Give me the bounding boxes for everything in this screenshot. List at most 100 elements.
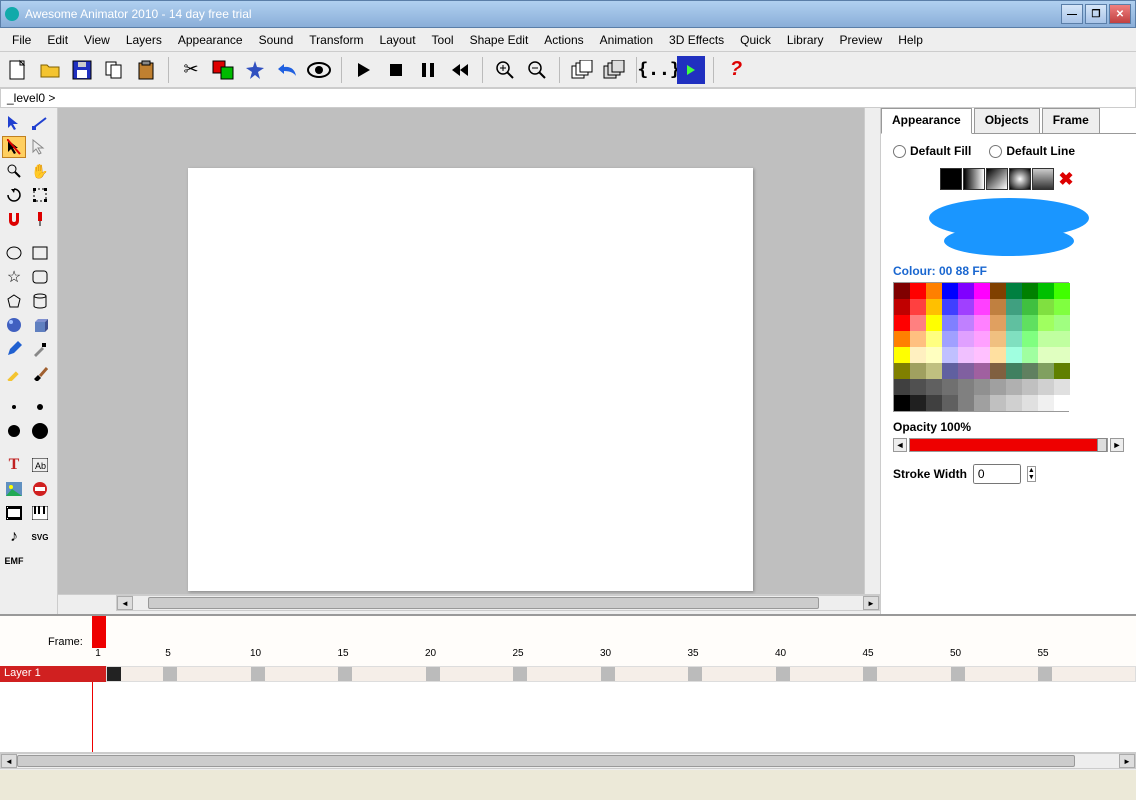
playhead[interactable] [92, 616, 106, 648]
hand-tool[interactable]: ✋ [28, 160, 52, 182]
preview-button[interactable] [305, 56, 333, 84]
palette-swatch[interactable] [894, 347, 910, 363]
sphere-tool[interactable] [2, 314, 26, 336]
color-palette[interactable] [893, 282, 1069, 412]
palette-swatch[interactable] [926, 315, 942, 331]
palette-swatch[interactable] [926, 363, 942, 379]
help-button[interactable]: ? [722, 56, 750, 84]
default-line-radio[interactable]: Default Line [989, 144, 1075, 158]
palette-swatch[interactable] [1038, 315, 1054, 331]
palette-swatch[interactable] [1006, 283, 1022, 299]
palette-swatch[interactable] [958, 315, 974, 331]
frame-marker[interactable] [1038, 667, 1052, 681]
palette-swatch[interactable] [1054, 379, 1070, 395]
palette-swatch[interactable] [942, 379, 958, 395]
palette-swatch[interactable] [942, 283, 958, 299]
dot-large-tool[interactable] [2, 420, 26, 442]
fill-radial[interactable] [1009, 168, 1031, 190]
palette-swatch[interactable] [1006, 363, 1022, 379]
menu-actions[interactable]: Actions [536, 30, 591, 50]
svg-tool[interactable]: SVG [28, 526, 52, 548]
palette-swatch[interactable] [1054, 363, 1070, 379]
opacity-slider[interactable]: ◄ ► [893, 438, 1124, 452]
palette-swatch[interactable] [974, 347, 990, 363]
palette-swatch[interactable] [958, 395, 974, 411]
menu-edit[interactable]: Edit [39, 30, 76, 50]
palette-swatch[interactable] [942, 331, 958, 347]
canvas[interactable] [188, 168, 753, 591]
frame-marker[interactable] [776, 667, 790, 681]
fill-solid[interactable] [940, 168, 962, 190]
menu-3d-effects[interactable]: 3D Effects [661, 30, 732, 50]
palette-swatch[interactable] [990, 379, 1006, 395]
palette-swatch[interactable] [974, 363, 990, 379]
palette-swatch[interactable] [910, 331, 926, 347]
maximize-button[interactable]: ❐ [1085, 4, 1107, 24]
tab-frame[interactable]: Frame [1042, 108, 1100, 133]
save-button[interactable] [68, 56, 96, 84]
palette-swatch[interactable] [1054, 347, 1070, 363]
palette-swatch[interactable] [958, 299, 974, 315]
magnet-tool[interactable] [2, 208, 26, 230]
palette-swatch[interactable] [974, 395, 990, 411]
duplicate-2-button[interactable] [600, 56, 628, 84]
palette-swatch[interactable] [974, 331, 990, 347]
pin-tool[interactable] [28, 208, 52, 230]
palette-swatch[interactable] [1006, 331, 1022, 347]
text-box-tool[interactable]: Ab [28, 454, 52, 476]
frame-marker[interactable] [513, 667, 527, 681]
duplicate-1-button[interactable] [568, 56, 596, 84]
palette-swatch[interactable] [910, 363, 926, 379]
cylinder-tool[interactable] [28, 290, 52, 312]
palette-swatch[interactable] [894, 299, 910, 315]
film-tool[interactable] [2, 502, 26, 524]
blob-button[interactable] [241, 56, 269, 84]
palette-swatch[interactable] [1054, 299, 1070, 315]
star-tool[interactable]: ☆ [2, 266, 26, 288]
zoom-in-button[interactable] [491, 56, 519, 84]
palette-swatch[interactable] [1038, 283, 1054, 299]
line-edit-tool[interactable] [28, 112, 52, 134]
palette-swatch[interactable] [1038, 347, 1054, 363]
scroll-left-icon[interactable]: ◄ [117, 596, 133, 610]
palette-swatch[interactable] [926, 379, 942, 395]
layer-1-track[interactable] [106, 666, 1136, 682]
close-button[interactable]: ✕ [1109, 4, 1131, 24]
ellipse-tool[interactable] [2, 242, 26, 264]
palette-swatch[interactable] [910, 299, 926, 315]
menu-appearance[interactable]: Appearance [170, 30, 251, 50]
frame-marker[interactable] [163, 667, 177, 681]
timeline-horizontal-scrollbar[interactable]: ◄ ► [0, 752, 1136, 770]
play-button[interactable] [350, 56, 378, 84]
palette-swatch[interactable] [942, 299, 958, 315]
polygon-tool[interactable] [2, 290, 26, 312]
keyframe-1[interactable] [107, 667, 121, 681]
palette-swatch[interactable] [974, 315, 990, 331]
palette-swatch[interactable] [990, 395, 1006, 411]
palette-swatch[interactable] [926, 395, 942, 411]
direct-select-tool[interactable] [2, 136, 26, 158]
palette-swatch[interactable] [1006, 347, 1022, 363]
piano-tool[interactable] [28, 502, 52, 524]
palette-swatch[interactable] [1022, 347, 1038, 363]
palette-swatch[interactable] [942, 363, 958, 379]
palette-swatch[interactable] [1022, 363, 1038, 379]
palette-swatch[interactable] [926, 347, 942, 363]
menu-view[interactable]: View [76, 30, 118, 50]
undo-button[interactable] [273, 56, 301, 84]
palette-swatch[interactable] [926, 331, 942, 347]
image-tool[interactable] [2, 478, 26, 500]
frame-marker[interactable] [863, 667, 877, 681]
palette-swatch[interactable] [910, 283, 926, 299]
palette-swatch[interactable] [1006, 395, 1022, 411]
palette-swatch[interactable] [1054, 395, 1070, 411]
palette-swatch[interactable] [990, 299, 1006, 315]
menu-tool[interactable]: Tool [424, 30, 462, 50]
frame-marker[interactable] [601, 667, 615, 681]
palette-swatch[interactable] [1038, 379, 1054, 395]
palette-swatch[interactable] [958, 347, 974, 363]
cut-button[interactable]: ✂ [177, 56, 205, 84]
palette-swatch[interactable] [958, 363, 974, 379]
menu-help[interactable]: Help [890, 30, 931, 50]
cube-tool[interactable] [28, 314, 52, 336]
